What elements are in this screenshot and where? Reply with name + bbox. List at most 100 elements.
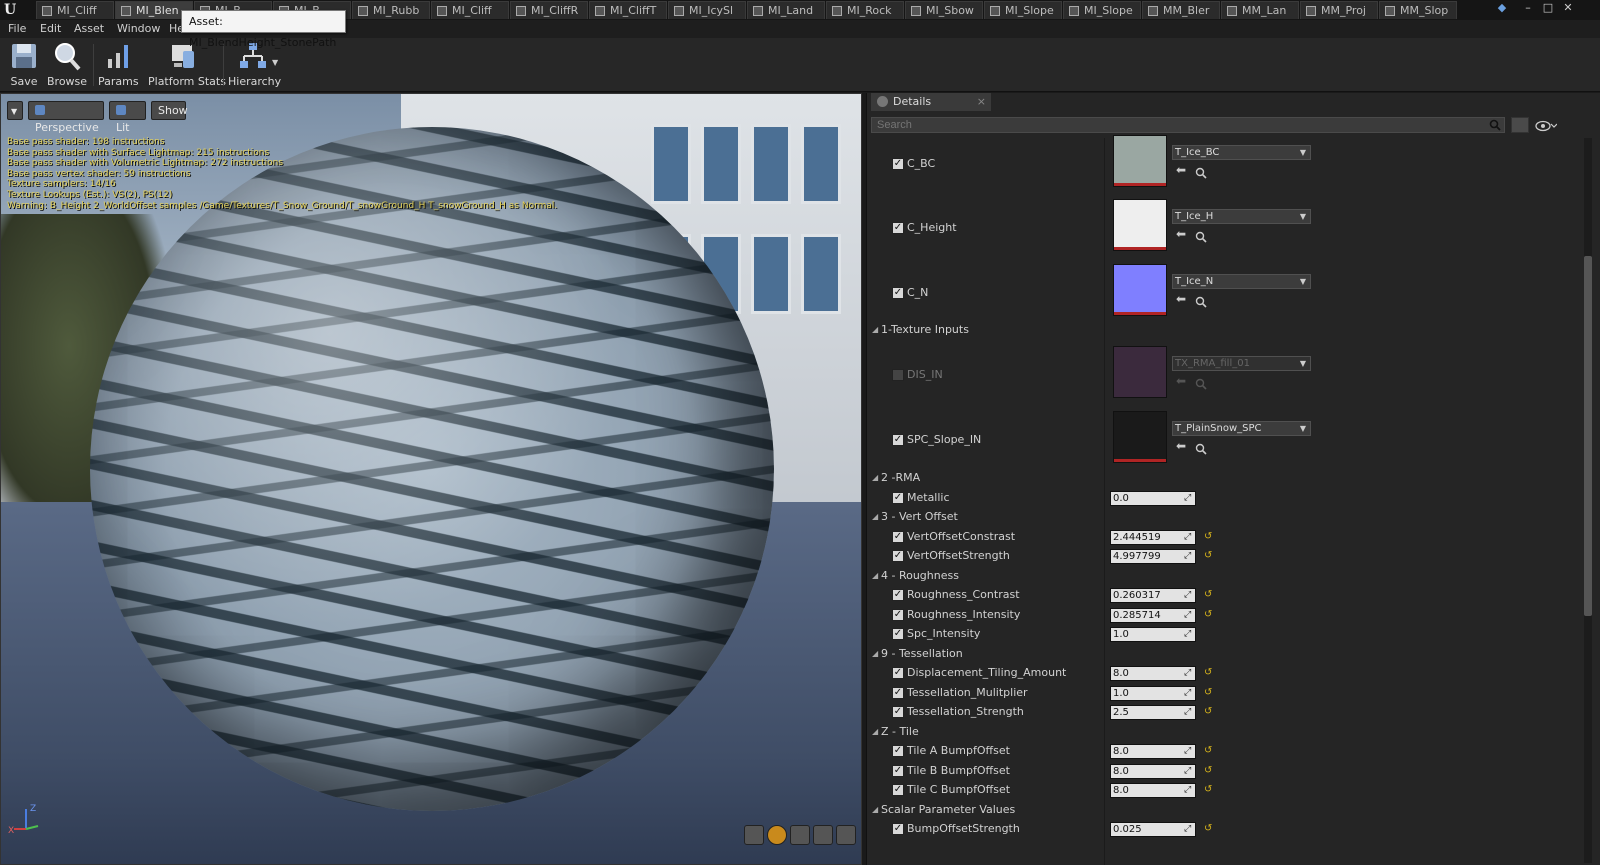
override-checkbox[interactable]: ✓ bbox=[892, 550, 904, 562]
spin-arrows-icon[interactable]: ⤢ bbox=[1184, 688, 1193, 698]
menu-window[interactable]: Window bbox=[117, 22, 160, 35]
category-header[interactable]: ◢ 3 - Vert Offset bbox=[867, 508, 1582, 526]
collapse-triangle-icon[interactable]: ◢ bbox=[872, 469, 878, 487]
value-input[interactable]: 4.997799 ⤢ bbox=[1110, 549, 1196, 564]
category-header[interactable]: ◢ 4 - Roughness bbox=[867, 567, 1582, 585]
menu-asset[interactable]: Asset bbox=[74, 22, 104, 35]
texture-asset-picker[interactable]: T_PlainSnow_SPC ▼ bbox=[1172, 421, 1311, 436]
reset-to-default-icon[interactable]: ↺ bbox=[1204, 765, 1214, 776]
override-checkbox[interactable]: ✓ bbox=[892, 491, 904, 504]
value-input[interactable]: 8.0 ⤢ bbox=[1110, 744, 1196, 759]
texture-asset-picker[interactable]: T_Ice_N ▼ bbox=[1172, 274, 1311, 289]
use-selected-arrow-icon[interactable]: ⬅ bbox=[1176, 293, 1188, 305]
preview-cylinder-button[interactable] bbox=[744, 825, 764, 845]
collapse-triangle-icon[interactable]: ◢ bbox=[872, 508, 878, 526]
texture-asset-picker[interactable]: TX_RMA_fill_01 ▼ bbox=[1172, 356, 1311, 371]
spin-arrows-icon[interactable]: ⤢ bbox=[1184, 708, 1193, 717]
collapse-triangle-icon[interactable]: ◢ bbox=[872, 723, 878, 741]
value-input[interactable]: 0.025 ⤢ bbox=[1110, 822, 1196, 837]
content-browser-icon[interactable]: ◆ bbox=[1494, 1, 1510, 15]
minimize-icon[interactable]: – bbox=[1520, 1, 1536, 15]
use-selected-arrow-icon[interactable]: ⬅ bbox=[1176, 375, 1188, 387]
value-input[interactable]: 2.444519 ⤢ bbox=[1110, 529, 1196, 545]
spin-arrows-icon[interactable]: ⤢ bbox=[1184, 747, 1193, 756]
document-tab[interactable]: MM_Lan bbox=[1221, 1, 1299, 19]
collapse-triangle-icon[interactable]: ◢ bbox=[872, 645, 878, 663]
value-input[interactable]: 8.0 ⤢ bbox=[1110, 763, 1196, 779]
override-checkbox[interactable]: ✓ bbox=[892, 823, 904, 835]
menu-file[interactable]: File bbox=[8, 22, 26, 35]
lit-button[interactable]: Lit bbox=[109, 101, 146, 134]
browse-asset-icon[interactable] bbox=[1195, 375, 1207, 390]
override-checkbox[interactable]: ✓ bbox=[892, 784, 904, 796]
browse-asset-icon[interactable] bbox=[1195, 228, 1207, 243]
details-tab[interactable]: Details × bbox=[871, 93, 991, 111]
spin-arrows-icon[interactable]: ⤢ bbox=[1184, 630, 1193, 639]
viewport-options-button[interactable]: ▼ bbox=[7, 101, 23, 120]
reset-to-default-icon[interactable]: ↺ bbox=[1204, 824, 1214, 834]
maximize-icon[interactable]: □ bbox=[1540, 1, 1556, 15]
document-tab[interactable]: MI_Rock bbox=[826, 1, 904, 19]
document-tab[interactable]: MI_CliffT bbox=[589, 1, 667, 19]
document-tab[interactable]: MI_IcySl bbox=[668, 1, 746, 19]
override-checkbox[interactable]: ✓ bbox=[892, 589, 904, 601]
override-checkbox[interactable]: ✓ bbox=[892, 287, 904, 299]
browse-asset-icon[interactable] bbox=[1195, 164, 1207, 179]
override-checkbox[interactable]: ✓ bbox=[892, 530, 904, 543]
spin-arrows-icon[interactable]: ⤢ bbox=[1184, 669, 1193, 678]
value-input[interactable]: 0.260317 ⤢ bbox=[1110, 588, 1196, 603]
document-tab[interactable]: MI_Land bbox=[747, 1, 825, 19]
category-header[interactable]: ◢ 9 - Tessellation bbox=[867, 645, 1582, 663]
document-tab[interactable]: MM_Proj bbox=[1300, 1, 1378, 19]
collapse-triangle-icon[interactable]: ◢ bbox=[872, 567, 878, 585]
show-button[interactable]: Show bbox=[151, 101, 188, 120]
override-checkbox[interactable]: ✓ bbox=[892, 706, 904, 718]
reset-to-default-icon[interactable]: ↺ bbox=[1204, 668, 1214, 678]
document-tab[interactable]: MI_Cliff bbox=[36, 1, 114, 19]
document-tab[interactable]: MM_Bler bbox=[1142, 1, 1220, 19]
spin-arrows-icon[interactable]: ⤢ bbox=[1184, 825, 1193, 834]
use-selected-arrow-icon[interactable]: ⬅ bbox=[1176, 228, 1188, 240]
reset-to-default-icon[interactable]: ↺ bbox=[1204, 707, 1214, 717]
search-icon[interactable] bbox=[1489, 119, 1501, 131]
hierarchy-dropdown-icon[interactable]: ▼ bbox=[272, 58, 278, 67]
override-checkbox[interactable]: ✓ bbox=[892, 667, 904, 679]
menu-edit[interactable]: Edit bbox=[40, 22, 61, 35]
reset-to-default-icon[interactable]: ↺ bbox=[1204, 609, 1214, 620]
category-header[interactable]: ◢ Z - Tile bbox=[867, 723, 1582, 741]
use-selected-arrow-icon[interactable]: ⬅ bbox=[1176, 164, 1188, 176]
params-button[interactable]: Params bbox=[98, 41, 139, 89]
value-input[interactable]: 0.0 ⤢ bbox=[1110, 490, 1196, 506]
document-tab[interactable]: MM_Slop bbox=[1379, 1, 1457, 19]
preview-sphere-button[interactable] bbox=[767, 825, 787, 845]
material-preview-viewport[interactable]: ▼ Perspective Lit Show Base pass shader:… bbox=[0, 93, 862, 865]
texture-thumbnail[interactable] bbox=[1113, 264, 1167, 316]
spin-arrows-icon[interactable]: ⤢ bbox=[1184, 766, 1193, 776]
save-button[interactable]: Save bbox=[6, 41, 42, 89]
override-checkbox[interactable]: ✓ bbox=[892, 222, 904, 234]
preview-plane-button[interactable] bbox=[790, 825, 810, 845]
collapse-triangle-icon[interactable]: ◢ bbox=[872, 321, 878, 339]
reset-to-default-icon[interactable]: ↺ bbox=[1204, 687, 1214, 698]
spin-arrows-icon[interactable]: ⤢ bbox=[1184, 610, 1193, 620]
reset-to-default-icon[interactable]: ↺ bbox=[1204, 590, 1214, 600]
override-checkbox[interactable]: ✓ bbox=[892, 158, 904, 170]
value-input[interactable]: 8.0 ⤢ bbox=[1110, 666, 1196, 681]
document-tab[interactable]: MI_Cliff bbox=[431, 1, 509, 19]
document-tab[interactable]: MI_CliffR bbox=[510, 1, 588, 19]
value-input[interactable]: 8.0 ⤢ bbox=[1110, 783, 1196, 798]
texture-asset-picker[interactable]: T_Ice_BC ▼ bbox=[1172, 145, 1311, 160]
browse-asset-icon[interactable] bbox=[1195, 440, 1207, 455]
document-tab[interactable]: MI_Sbow bbox=[905, 1, 983, 19]
override-checkbox[interactable]: ✓ bbox=[892, 434, 904, 446]
preview-mesh-button[interactable] bbox=[836, 825, 856, 845]
collapse-triangle-icon[interactable]: ◢ bbox=[872, 801, 878, 819]
browse-button[interactable]: Browse bbox=[47, 41, 87, 89]
override-checkbox[interactable]: ✓ bbox=[892, 745, 904, 757]
browse-asset-icon[interactable] bbox=[1195, 293, 1207, 308]
override-checkbox[interactable]: ✓ bbox=[892, 764, 904, 777]
spin-arrows-icon[interactable]: ⤢ bbox=[1184, 532, 1193, 542]
override-checkbox[interactable]: ✓ bbox=[892, 628, 904, 640]
preview-sphere[interactable] bbox=[90, 127, 774, 811]
details-scrollbar[interactable] bbox=[1584, 138, 1592, 863]
